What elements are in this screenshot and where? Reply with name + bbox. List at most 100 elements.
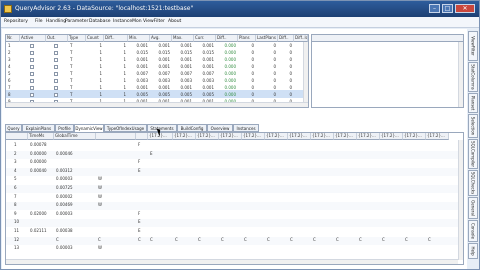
col-header-max[interactable]: Max. xyxy=(172,35,194,42)
tab-query[interactable]: Query xyxy=(5,124,22,132)
col-header-lastplans[interactable]: LastPlans xyxy=(256,35,278,42)
side-tab-help[interactable]: Help xyxy=(468,243,478,259)
dynamic-cell xyxy=(336,168,357,176)
col-header-nr[interactable]: Nr. xyxy=(6,35,20,42)
tab-overview[interactable]: Overview xyxy=(207,124,233,132)
out-checkbox[interactable] xyxy=(54,86,58,90)
dynamic-col-header[interactable]: {17.2}... xyxy=(334,133,357,140)
out-checkbox[interactable] xyxy=(54,44,58,48)
dynamic-col-header[interactable]: {17.2}... xyxy=(196,133,219,140)
col-header-avg[interactable]: Avg. xyxy=(150,35,172,42)
active-checkbox[interactable] xyxy=(30,72,34,76)
dynamic-cell xyxy=(175,176,196,184)
detail-vscrollbar[interactable] xyxy=(458,42,463,107)
menu-handling[interactable]: Handling xyxy=(46,19,66,24)
menu-viewfilter[interactable]: ViewFilter xyxy=(143,19,165,24)
col-header-diff-lo[interactable]: Diff..lo.. xyxy=(294,35,308,42)
side-tab-planset[interactable]: Planset xyxy=(468,93,478,113)
tab-instances[interactable]: Instances xyxy=(233,124,259,132)
out-checkbox[interactable] xyxy=(54,65,58,69)
col-header-diff-count[interactable]: Diff.. xyxy=(104,35,128,42)
dynamic-col-header[interactable]: {17.2}... xyxy=(242,133,265,140)
dynamic-cell: C xyxy=(428,236,431,242)
col-header-plans[interactable]: Plans xyxy=(238,35,256,42)
dynamic-col-header[interactable]: {17.2}... xyxy=(265,133,288,140)
menu-repository[interactable]: Repository xyxy=(4,19,28,24)
dynamic-col-header[interactable] xyxy=(96,133,136,140)
col-header-type[interactable]: Type xyxy=(68,35,86,42)
statements-grid[interactable]: Nr. Active Out. Type Count Diff.. Min. A… xyxy=(5,34,309,108)
menu-about[interactable]: About xyxy=(168,19,181,24)
dynamic-cell xyxy=(267,211,288,219)
dynamic-col-header[interactable] xyxy=(136,133,148,140)
side-tab-viewfilter[interactable]: ViewFilter xyxy=(468,31,478,61)
dynamic-cell xyxy=(382,211,403,219)
col-header-diff-time[interactable]: Diff.. xyxy=(216,35,238,42)
side-tab-selection[interactable]: Selection xyxy=(468,114,478,138)
dynamic-col-header[interactable]: {17.2}... xyxy=(380,133,403,140)
dynamic-cell: C xyxy=(244,236,247,242)
side-tab-sqlchecks[interactable]: SQLChecks xyxy=(468,170,478,196)
title-bar[interactable]: QueryAdvisor 2.63 - DataSource: "localho… xyxy=(1,1,479,17)
out-checkbox[interactable] xyxy=(54,79,58,83)
dynamic-col-header[interactable]: {17.2}... xyxy=(357,133,380,140)
out-checkbox[interactable] xyxy=(54,93,58,97)
col-header-diff-plans[interactable]: Diff.. xyxy=(278,35,294,42)
side-tab-statcolumns[interactable]: StatColumns xyxy=(468,62,478,92)
active-checkbox[interactable] xyxy=(30,93,34,97)
dynamic-cell: C xyxy=(313,236,316,242)
tab-statements[interactable]: Statements xyxy=(147,124,177,132)
dynamic-cell xyxy=(198,159,219,167)
side-tab-general[interactable]: General xyxy=(468,197,478,219)
dynamic-cell xyxy=(382,245,403,253)
maximize-icon[interactable]: □ xyxy=(442,4,453,13)
out-checkbox[interactable] xyxy=(54,51,58,55)
dynamic-col-header[interactable]: TimeMs xyxy=(28,133,54,140)
close-icon[interactable]: ✕ xyxy=(455,4,475,13)
tab-typeofindexusage[interactable]: TypeOfIndexUsage xyxy=(104,124,147,132)
dynamic-col-header[interactable]: {17.2}... xyxy=(288,133,311,140)
col-header-count[interactable]: Count xyxy=(86,35,104,42)
dynamic-col-header[interactable]: {17.2}... xyxy=(311,133,334,140)
col-header-min[interactable]: Min. xyxy=(128,35,150,42)
dynamic-cell xyxy=(313,202,334,210)
dynamic-col-header[interactable]: {17.2}... xyxy=(403,133,426,140)
dynamic-col-header[interactable]: {17.2}... xyxy=(219,133,242,140)
out-checkbox[interactable] xyxy=(54,72,58,76)
active-checkbox[interactable] xyxy=(30,51,34,55)
dynamic-cell: W xyxy=(98,245,102,251)
dynamic-col-header[interactable]: {17.2}... xyxy=(173,133,196,140)
dynamic-col-header[interactable]: GlobalTime xyxy=(54,133,96,140)
statements-vscrollbar[interactable] xyxy=(303,42,308,103)
dynamic-hscrollbar[interactable] xyxy=(6,259,458,264)
menu-parameter[interactable]: Parameter xyxy=(65,19,88,24)
tab-profile[interactable]: Profile xyxy=(55,124,74,132)
tab-explainplans[interactable]: ExplainPlans xyxy=(22,124,55,132)
dynamic-cell xyxy=(150,176,173,184)
menu-database[interactable]: Database xyxy=(89,19,110,24)
active-checkbox[interactable] xyxy=(30,65,34,69)
active-checkbox[interactable] xyxy=(30,58,34,62)
dynamic-vscrollbar[interactable] xyxy=(458,140,463,260)
active-checkbox[interactable] xyxy=(30,86,34,90)
side-tab-console[interactable]: Console xyxy=(468,220,478,242)
menu-instancemon[interactable]: InstanceMon xyxy=(113,19,142,24)
active-checkbox[interactable] xyxy=(30,44,34,48)
dynamic-cell: 0.00469 xyxy=(56,202,73,208)
dynamic-cell xyxy=(428,245,449,253)
statements-hscrollbar[interactable] xyxy=(6,102,308,107)
dynamic-view-grid[interactable]: TimeMs GlobalTime {17.2}... {17.2}... {17.2}… xyxy=(5,132,464,265)
dynamic-col-header[interactable]: {17.2}... xyxy=(426,133,449,140)
dynamic-col-header[interactable] xyxy=(6,133,28,140)
out-checkbox[interactable] xyxy=(54,58,58,62)
menu-file[interactable]: File xyxy=(35,19,43,24)
col-header-active[interactable]: Active xyxy=(20,35,46,42)
dynamic-cell xyxy=(221,151,242,159)
side-tab-sqlcompiler[interactable]: SQLCompiler xyxy=(468,139,478,169)
col-header-out[interactable]: Out. xyxy=(46,35,68,42)
minimize-icon[interactable]: – xyxy=(429,4,440,13)
tab-buildconfig[interactable]: BuildConfig xyxy=(177,124,207,132)
dynamic-cell xyxy=(30,194,54,202)
col-header-curr[interactable]: Curr. xyxy=(194,35,216,42)
active-checkbox[interactable] xyxy=(30,79,34,83)
